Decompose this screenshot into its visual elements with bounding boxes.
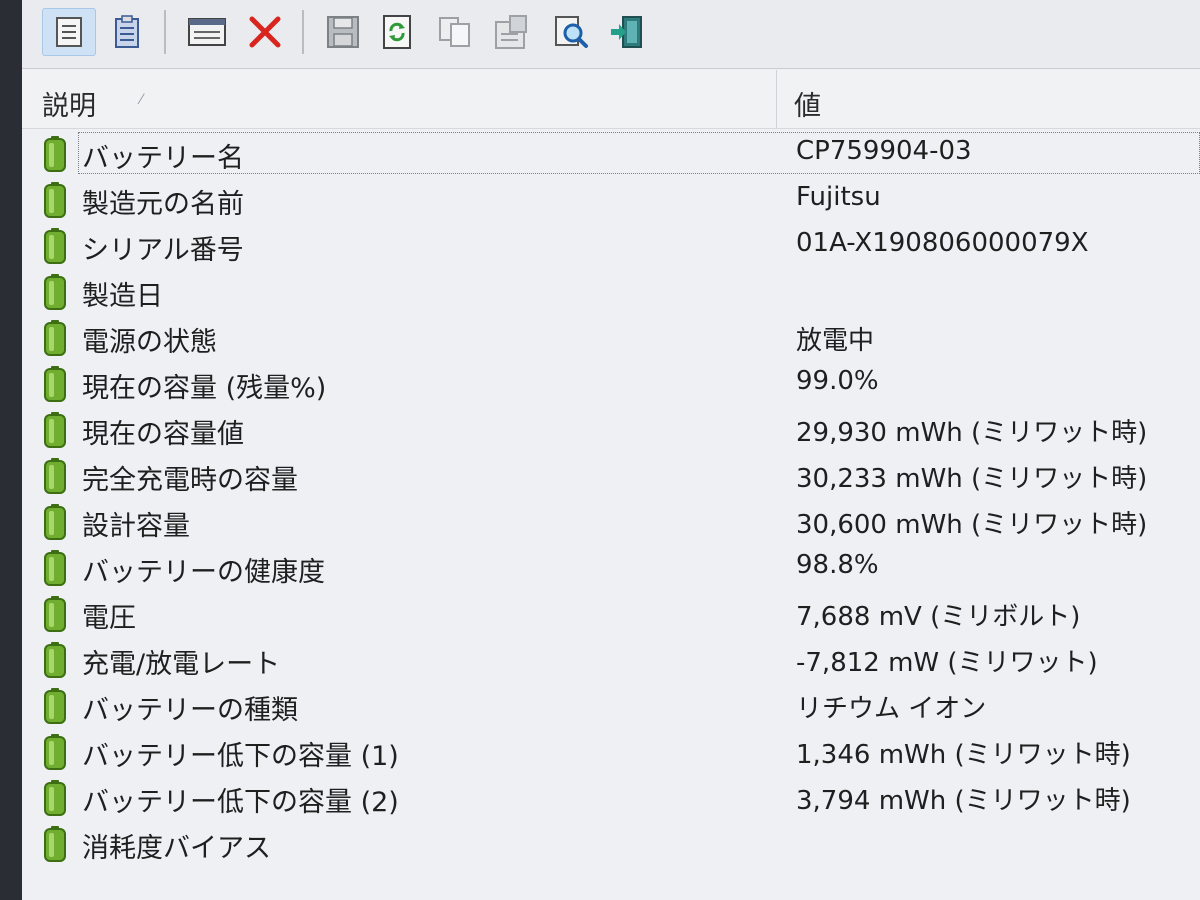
row-value: -7,812 mW (ミリワット): [796, 648, 1098, 678]
row-value: 30,600 mWh (ミリワット時): [796, 510, 1148, 540]
toolbar: [22, 0, 1200, 69]
delete-button[interactable]: [238, 8, 292, 56]
app-window: 説明 ⁄ 値 バッテリー名 CP759904-03 製造元の名前 Fujitsu…: [22, 0, 1200, 900]
row-label: バッテリー低下の容量 (2): [82, 787, 399, 818]
list-item[interactable]: シリアル番号 01A-X190806000079X: [22, 222, 1200, 268]
list-item[interactable]: 現在の容量 (残量%) 99.0%: [22, 360, 1200, 406]
toolbar-separator: [302, 10, 304, 54]
battery-icon: [44, 780, 66, 816]
row-value: Fujitsu: [796, 182, 881, 212]
battery-icon: [44, 596, 66, 632]
row-label: 現在の容量 (残量%): [82, 373, 327, 404]
list-item[interactable]: バッテリー低下の容量 (2) 3,794 mWh (ミリワット時): [22, 774, 1200, 820]
copy-button[interactable]: [428, 8, 482, 56]
refresh-button[interactable]: [370, 8, 424, 56]
save-icon: [327, 16, 359, 48]
find-button[interactable]: [544, 8, 598, 56]
save-button[interactable]: [316, 8, 370, 56]
battery-icon: [44, 136, 66, 172]
list-item[interactable]: 電源の状態 放電中: [22, 314, 1200, 360]
selection-focus-rect: [78, 132, 1200, 174]
list-item[interactable]: 消耗度バイアス: [22, 820, 1200, 866]
toolbar-separator: [164, 10, 166, 54]
battery-icon: [44, 182, 66, 218]
report-view-icon: [56, 17, 82, 47]
row-value: 01A-X190806000079X: [796, 228, 1089, 258]
exit-button[interactable]: [600, 8, 654, 56]
row-label: バッテリーの種類: [82, 695, 298, 726]
battery-icon: [44, 642, 66, 678]
delete-x-icon: [249, 16, 281, 48]
battery-icon: [44, 688, 66, 724]
list-item[interactable]: バッテリー名 CP759904-03: [22, 130, 1200, 176]
copy-icon: [439, 17, 470, 47]
row-value: 99.0%: [796, 366, 879, 396]
list-item[interactable]: バッテリー低下の容量 (1) 1,346 mWh (ミリワット時): [22, 728, 1200, 774]
row-label: 電源の状態: [82, 327, 217, 358]
html-report-icon: [495, 15, 527, 49]
list-item[interactable]: バッテリーの種類 リチウム イオン: [22, 682, 1200, 728]
refresh-icon: [383, 15, 411, 49]
row-value: 98.8%: [796, 550, 879, 580]
row-value: 1,346 mWh (ミリワット時): [796, 740, 1131, 770]
html-report-button[interactable]: [484, 8, 538, 56]
row-label: 充電/放電レート: [82, 649, 281, 680]
properties-window-button[interactable]: [180, 8, 234, 56]
battery-icon: [44, 458, 66, 494]
row-label: バッテリーの健康度: [82, 557, 325, 588]
sort-indicator-icon: ⁄: [140, 92, 143, 108]
row-value: 3,794 mWh (ミリワット時): [796, 786, 1131, 816]
row-label: 消耗度バイアス: [82, 833, 271, 864]
row-label: 製造元の名前: [82, 189, 244, 220]
row-value: リチウム イオン: [796, 694, 987, 724]
row-label: バッテリー名: [82, 143, 244, 174]
list-header: 説明 ⁄ 値: [22, 70, 1200, 129]
properties-window-icon: [188, 18, 226, 46]
battery-icon: [44, 504, 66, 540]
list-item[interactable]: 設計容量 30,600 mWh (ミリワット時): [22, 498, 1200, 544]
battery-icon: [44, 550, 66, 586]
column-divider[interactable]: [776, 70, 777, 128]
battery-icon: [44, 228, 66, 264]
row-label: 現在の容量値: [82, 419, 244, 450]
exit-icon: [611, 16, 642, 48]
row-label: 製造日: [82, 281, 163, 312]
row-value: CP759904-03: [796, 136, 972, 166]
battery-icon: [44, 412, 66, 448]
list-item[interactable]: 製造日: [22, 268, 1200, 314]
list-item[interactable]: 電圧 7,688 mV (ミリボルト): [22, 590, 1200, 636]
list-item[interactable]: 現在の容量値 29,930 mWh (ミリワット時): [22, 406, 1200, 452]
row-value: 7,688 mV (ミリボルト): [796, 602, 1081, 632]
column-header-value[interactable]: 値: [794, 84, 821, 123]
row-label: 完全充電時の容量: [82, 465, 298, 496]
clipboard-icon: [115, 15, 139, 48]
column-header-description[interactable]: 説明: [42, 84, 96, 123]
battery-icon: [44, 320, 66, 356]
row-label: 設計容量: [82, 511, 190, 542]
clipboard-button[interactable]: [100, 8, 154, 56]
list-item[interactable]: 完全充電時の容量 30,233 mWh (ミリワット時): [22, 452, 1200, 498]
row-value: 30,233 mWh (ミリワット時): [796, 464, 1148, 494]
row-value: 29,930 mWh (ミリワット時): [796, 418, 1148, 448]
list-item[interactable]: 充電/放電レート -7,812 mW (ミリワット): [22, 636, 1200, 682]
battery-icon: [44, 826, 66, 862]
battery-icon: [44, 274, 66, 310]
row-label: バッテリー低下の容量 (1): [82, 741, 399, 772]
list-item[interactable]: バッテリーの健康度 98.8%: [22, 544, 1200, 590]
row-value: 放電中: [796, 326, 875, 356]
battery-icon: [44, 366, 66, 402]
find-icon: [555, 16, 588, 48]
row-label: シリアル番号: [82, 235, 244, 266]
list-item[interactable]: 製造元の名前 Fujitsu: [22, 176, 1200, 222]
battery-icon: [44, 734, 66, 770]
row-label: 電圧: [82, 603, 136, 634]
report-view-button[interactable]: [42, 8, 96, 56]
